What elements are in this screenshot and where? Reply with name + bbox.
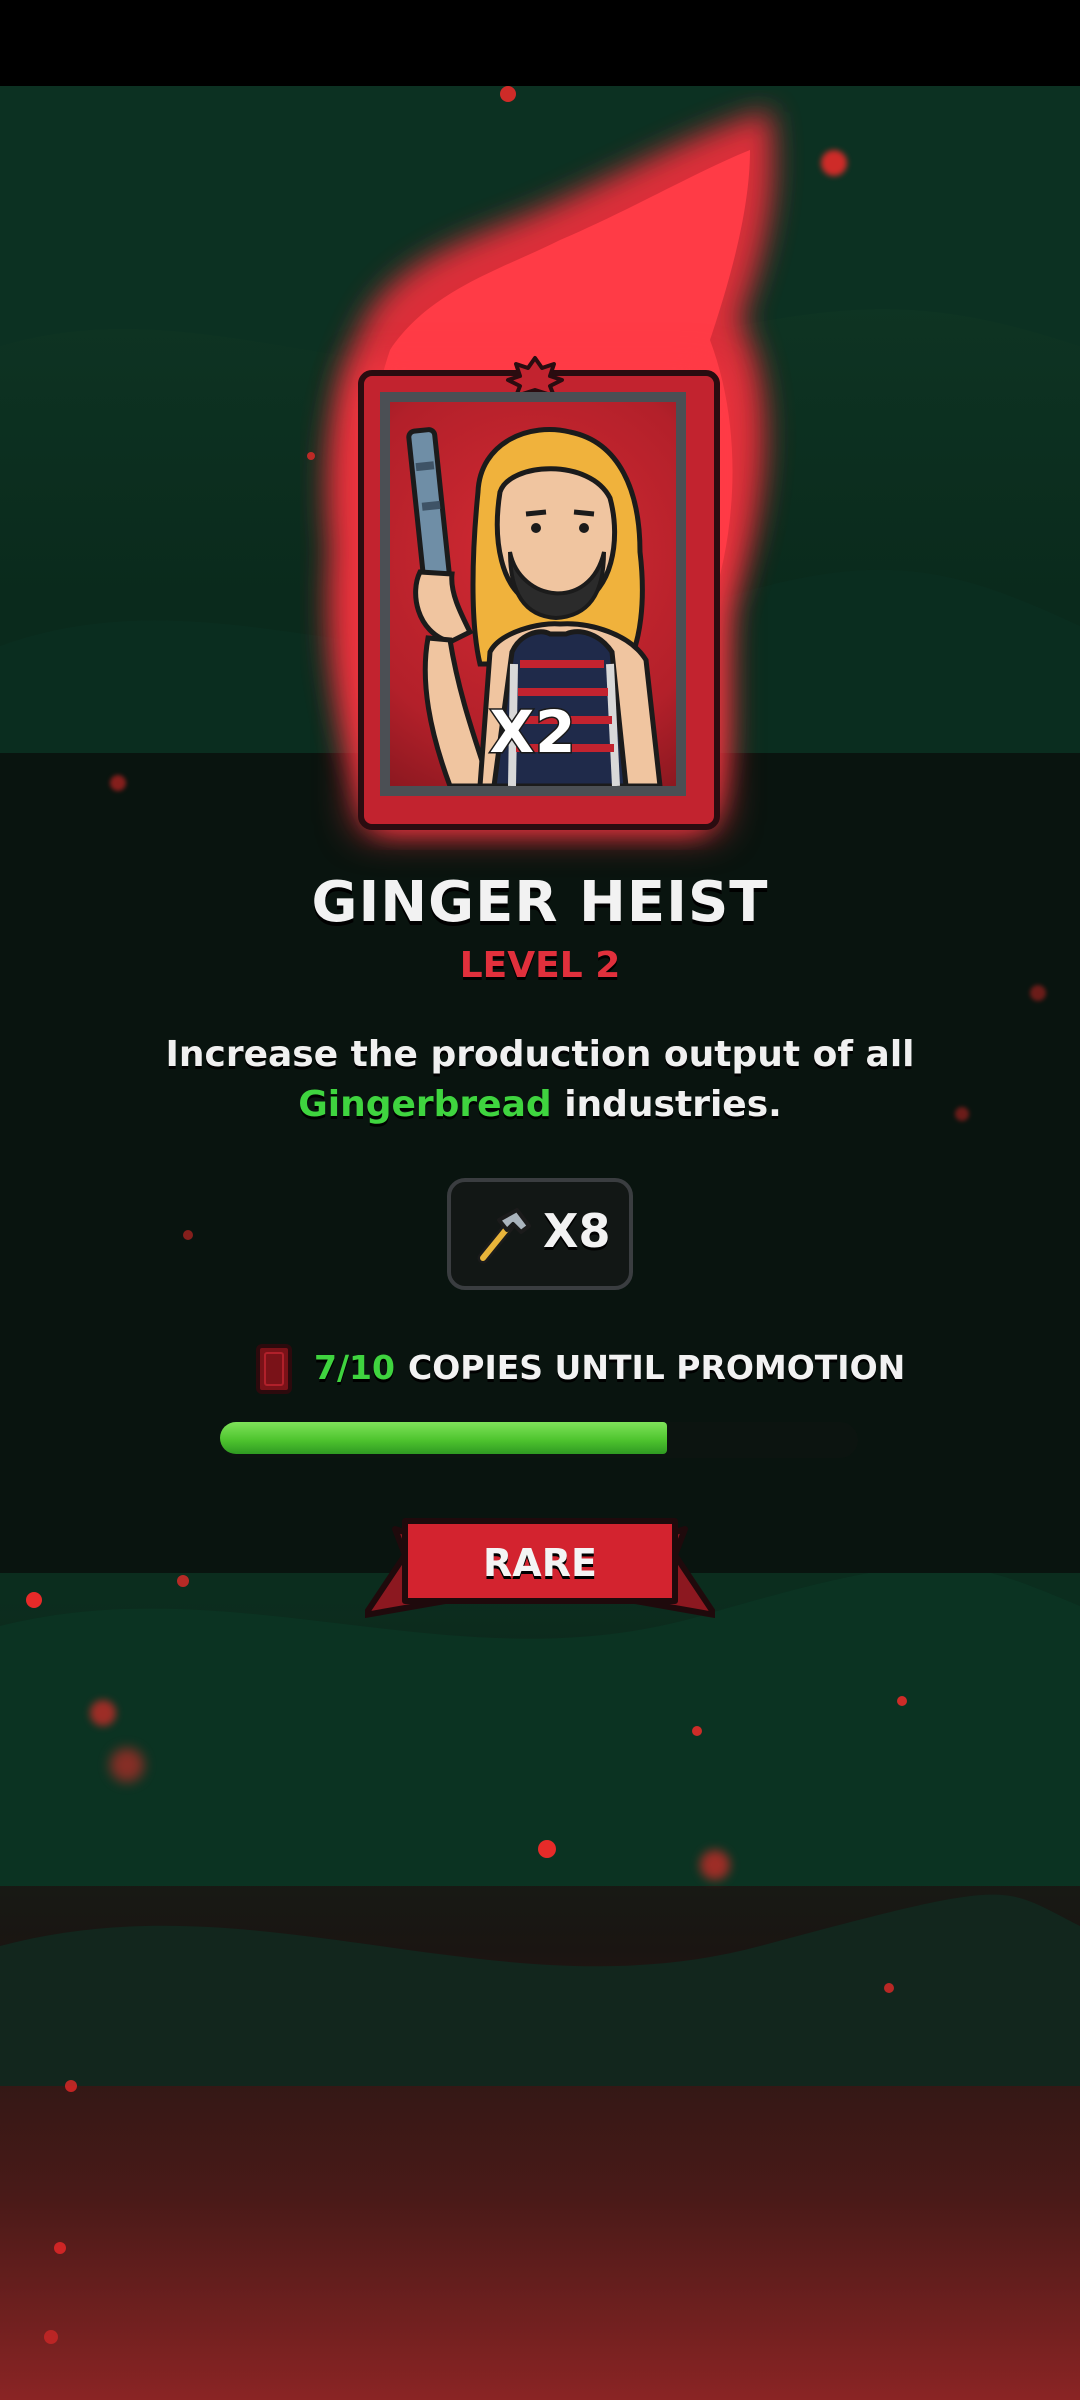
card-multiplier: X2 [488, 697, 577, 768]
card-description: Increase the production output of all Gi… [140, 1030, 940, 1130]
ember-particle [183, 1230, 193, 1240]
rarity-label: RARE [483, 1541, 597, 1585]
card-level: LEVEL 2 [459, 945, 621, 986]
card-portrait: X2 [380, 392, 686, 796]
rarity-ribbon: RARE [365, 1515, 715, 1625]
ember-particle [110, 775, 126, 791]
status-bar [0, 0, 1080, 86]
ember-particle [955, 1107, 969, 1121]
ember-particle [110, 1748, 144, 1782]
character-card[interactable]: X2 [358, 356, 720, 830]
ember-particle [44, 2330, 58, 2344]
promotion-label: COPIES UNTIL PROMOTION [408, 1348, 906, 1387]
reward-count: X8 [543, 1204, 611, 1258]
description-text-end: industries. [551, 1084, 782, 1125]
ember-particle [884, 1983, 894, 1993]
ember-particle [54, 2242, 66, 2254]
ember-particle [500, 86, 516, 102]
description-highlight: Gingerbread [298, 1084, 552, 1125]
card-copies-icon [256, 1344, 292, 1394]
ember-particle [65, 2080, 77, 2092]
ember-particle [538, 1840, 556, 1858]
description-text: Increase the production output of all [165, 1034, 915, 1075]
ember-particle [1030, 985, 1046, 1001]
ember-particle [177, 1575, 189, 1587]
ember-particle [897, 1696, 907, 1706]
ember-particle [26, 1592, 42, 1608]
promotion-status: 7/10 COPIES UNTIL PROMOTION [256, 1340, 905, 1400]
ember-particle [692, 1726, 702, 1736]
reward-box: X8 [447, 1178, 633, 1290]
promotion-progress-bar [220, 1422, 858, 1458]
promotion-progress-fill [220, 1422, 667, 1454]
ember-particle [90, 1700, 116, 1726]
ember-particle [700, 1850, 730, 1880]
ember-particle [307, 452, 315, 460]
card-reveal-screen: X2 GINGER HEIST LEVEL 2 Increase the pro… [0, 0, 1080, 2400]
ember-particle [821, 150, 847, 176]
card-title: GINGER HEIST [311, 870, 769, 935]
hammer-icon [477, 1208, 531, 1264]
copies-progress-text: 7/10 [314, 1348, 395, 1387]
